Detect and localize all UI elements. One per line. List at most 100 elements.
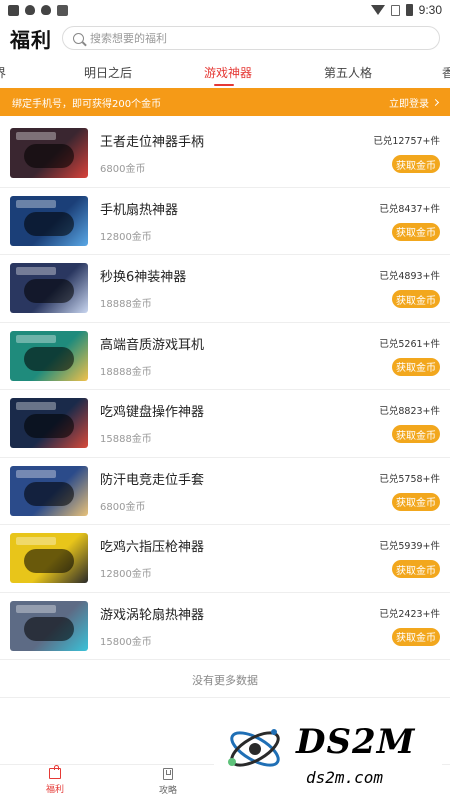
product-info: 游戏涡轮扇热神器 15800金币 xyxy=(100,604,379,648)
product-actions: 已兑2423+件 获取金币 xyxy=(379,606,440,646)
product-info: 秒换6神装神器 18888金币 xyxy=(100,266,379,310)
battery-icon xyxy=(405,4,413,16)
product-price: 6800金币 xyxy=(100,164,146,176)
wifi-icon xyxy=(370,5,385,15)
product-actions: 已兑8437+件 获取金币 xyxy=(379,201,440,241)
product-name: 秒换6神装神器 xyxy=(100,270,187,286)
product-name: 王者走位神器手柄 xyxy=(100,135,205,151)
header: 福利 xyxy=(0,20,450,56)
tab-diwurenge[interactable]: 第五人格 xyxy=(324,64,372,81)
search-bar[interactable] xyxy=(62,26,440,50)
nosim-icon xyxy=(390,4,400,16)
list-item[interactable]: 吃鸡六指压枪神器 12800金币 已兑5939+件 获取金币 xyxy=(0,525,450,593)
product-thumbnail xyxy=(10,465,88,516)
nav-item-gonglue[interactable]: 攻略 xyxy=(159,768,177,796)
nav-item-fuli[interactable]: 福利 xyxy=(46,765,65,795)
bug-icon xyxy=(41,5,51,15)
product-price: 18888金币 xyxy=(100,366,152,378)
watermark-main: DS2M xyxy=(296,722,416,762)
list-item[interactable]: 秒换6神装神器 18888金币 已兑4893+件 获取金币 xyxy=(0,255,450,323)
product-name: 吃鸡六指压枪神器 xyxy=(100,540,205,556)
image-icon xyxy=(8,4,19,16)
product-info: 王者走位神器手柄 6800金币 xyxy=(100,131,373,175)
get-coins-button[interactable]: 获取金币 xyxy=(392,357,440,376)
list-item[interactable]: 王者走位神器手柄 6800金币 已兑12757+件 获取金币 xyxy=(0,120,450,188)
product-thumbnail xyxy=(10,600,88,651)
no-more-data-text: 没有更多数据 xyxy=(0,660,450,698)
product-info: 高端音质游戏耳机 18888金币 xyxy=(100,334,379,378)
status-time: 9:30 xyxy=(418,3,442,17)
watermark: DS2M ds2m.com xyxy=(214,712,442,794)
sold-count: 已兑8823+件 xyxy=(379,406,440,418)
sold-count: 已兑5939+件 xyxy=(379,541,440,553)
product-name: 手机扇热神器 xyxy=(100,202,179,218)
tab-partial-right[interactable]: 香 xyxy=(442,64,450,81)
bind-phone-banner[interactable]: 绑定手机号，即可获得200个金币 立即登录 xyxy=(0,88,450,116)
login-link[interactable]: 立即登录 xyxy=(389,95,440,110)
product-price: 12800金币 xyxy=(100,231,152,243)
product-thumbnail xyxy=(10,398,88,449)
sold-count: 已兑5758+件 xyxy=(379,473,440,485)
nav-label: 福利 xyxy=(46,785,65,795)
product-price: 12800金币 xyxy=(100,569,152,581)
search-input[interactable] xyxy=(90,31,429,45)
page-title: 福利 xyxy=(10,27,52,52)
sold-count: 已兑4893+件 xyxy=(379,271,440,283)
get-coins-button[interactable]: 获取金币 xyxy=(392,560,440,579)
nav-label: 攻略 xyxy=(159,786,178,796)
product-name: 吃鸡键盘操作神器 xyxy=(100,405,205,421)
atom-logo-icon xyxy=(228,729,280,767)
status-bar: 9:30 xyxy=(0,0,450,20)
product-thumbnail xyxy=(10,330,88,381)
list-item[interactable]: 手机扇热神器 12800金币 已兑8437+件 获取金币 xyxy=(0,188,450,255)
product-info: 吃鸡键盘操作神器 15888金币 xyxy=(100,401,379,445)
product-name: 高端音质游戏耳机 xyxy=(100,337,205,353)
product-info: 防汗电竞走位手套 6800金币 xyxy=(100,469,379,513)
banner-text: 绑定手机号，即可获得200个金币 xyxy=(12,98,162,110)
login-label: 立即登录 xyxy=(389,98,429,110)
product-actions: 已兑12757+件 获取金币 xyxy=(373,133,440,174)
list-item[interactable]: 吃鸡键盘操作神器 15888金币 已兑8823+件 获取金币 xyxy=(0,390,450,458)
product-price: 15888金币 xyxy=(100,434,152,446)
bug-icon xyxy=(25,5,35,15)
chevron-right-icon xyxy=(431,98,440,106)
get-coins-button[interactable]: 获取金币 xyxy=(392,155,440,174)
tab-youxishenqi[interactable]: 游戏神器 xyxy=(204,64,252,81)
product-info: 手机扇热神器 12800金币 xyxy=(100,199,379,243)
product-price: 6800金币 xyxy=(100,501,146,513)
a-icon xyxy=(57,4,68,16)
product-thumbnail xyxy=(10,533,88,584)
get-coins-button[interactable]: 获取金币 xyxy=(392,222,440,241)
product-thumbnail xyxy=(10,128,88,179)
product-name: 游戏涡轮扇热神器 xyxy=(100,607,205,623)
watermark-sub: ds2m.com xyxy=(306,768,384,787)
sold-count: 已兑8437+件 xyxy=(379,203,440,215)
get-coins-button[interactable]: 获取金币 xyxy=(392,290,440,309)
status-left xyxy=(8,4,68,16)
get-coins-button[interactable]: 获取金币 xyxy=(392,627,440,646)
tab-partial-left[interactable]: 界 xyxy=(0,64,6,81)
list-item[interactable]: 游戏涡轮扇热神器 15800金币 已兑2423+件 获取金币 xyxy=(0,593,450,660)
active-tab-indicator xyxy=(214,84,234,86)
product-thumbnail xyxy=(10,263,88,314)
tab-mingrizhihou[interactable]: 明日之后 xyxy=(84,64,132,81)
product-actions: 已兑5758+件 获取金币 xyxy=(379,471,440,511)
list-item[interactable]: 防汗电竞走位手套 6800金币 已兑5758+件 获取金币 xyxy=(0,458,450,525)
get-coins-button[interactable]: 获取金币 xyxy=(392,425,440,444)
product-info: 吃鸡六指压枪神器 12800金币 xyxy=(100,536,379,580)
product-actions: 已兑5939+件 获取金币 xyxy=(379,538,440,579)
search-icon xyxy=(73,32,84,44)
product-price: 15800金币 xyxy=(100,636,152,648)
product-actions: 已兑4893+件 获取金币 xyxy=(379,268,440,309)
status-right: 9:30 xyxy=(370,3,442,17)
list-item[interactable]: 高端音质游戏耳机 18888金币 已兑5261+件 获取金币 xyxy=(0,323,450,390)
product-price: 18888金币 xyxy=(100,299,152,311)
book-icon xyxy=(163,768,173,780)
sold-count: 已兑12757+件 xyxy=(373,136,440,148)
product-actions: 已兑5261+件 获取金币 xyxy=(379,336,440,376)
get-coins-button[interactable]: 获取金币 xyxy=(392,492,440,511)
sold-count: 已兑2423+件 xyxy=(379,608,440,620)
tab-bar: 界 明日之后 游戏神器 第五人格 香 xyxy=(0,56,450,88)
product-list: 王者走位神器手柄 6800金币 已兑12757+件 获取金币 手机扇热神器 12… xyxy=(0,116,450,698)
product-name: 防汗电竞走位手套 xyxy=(100,472,205,488)
